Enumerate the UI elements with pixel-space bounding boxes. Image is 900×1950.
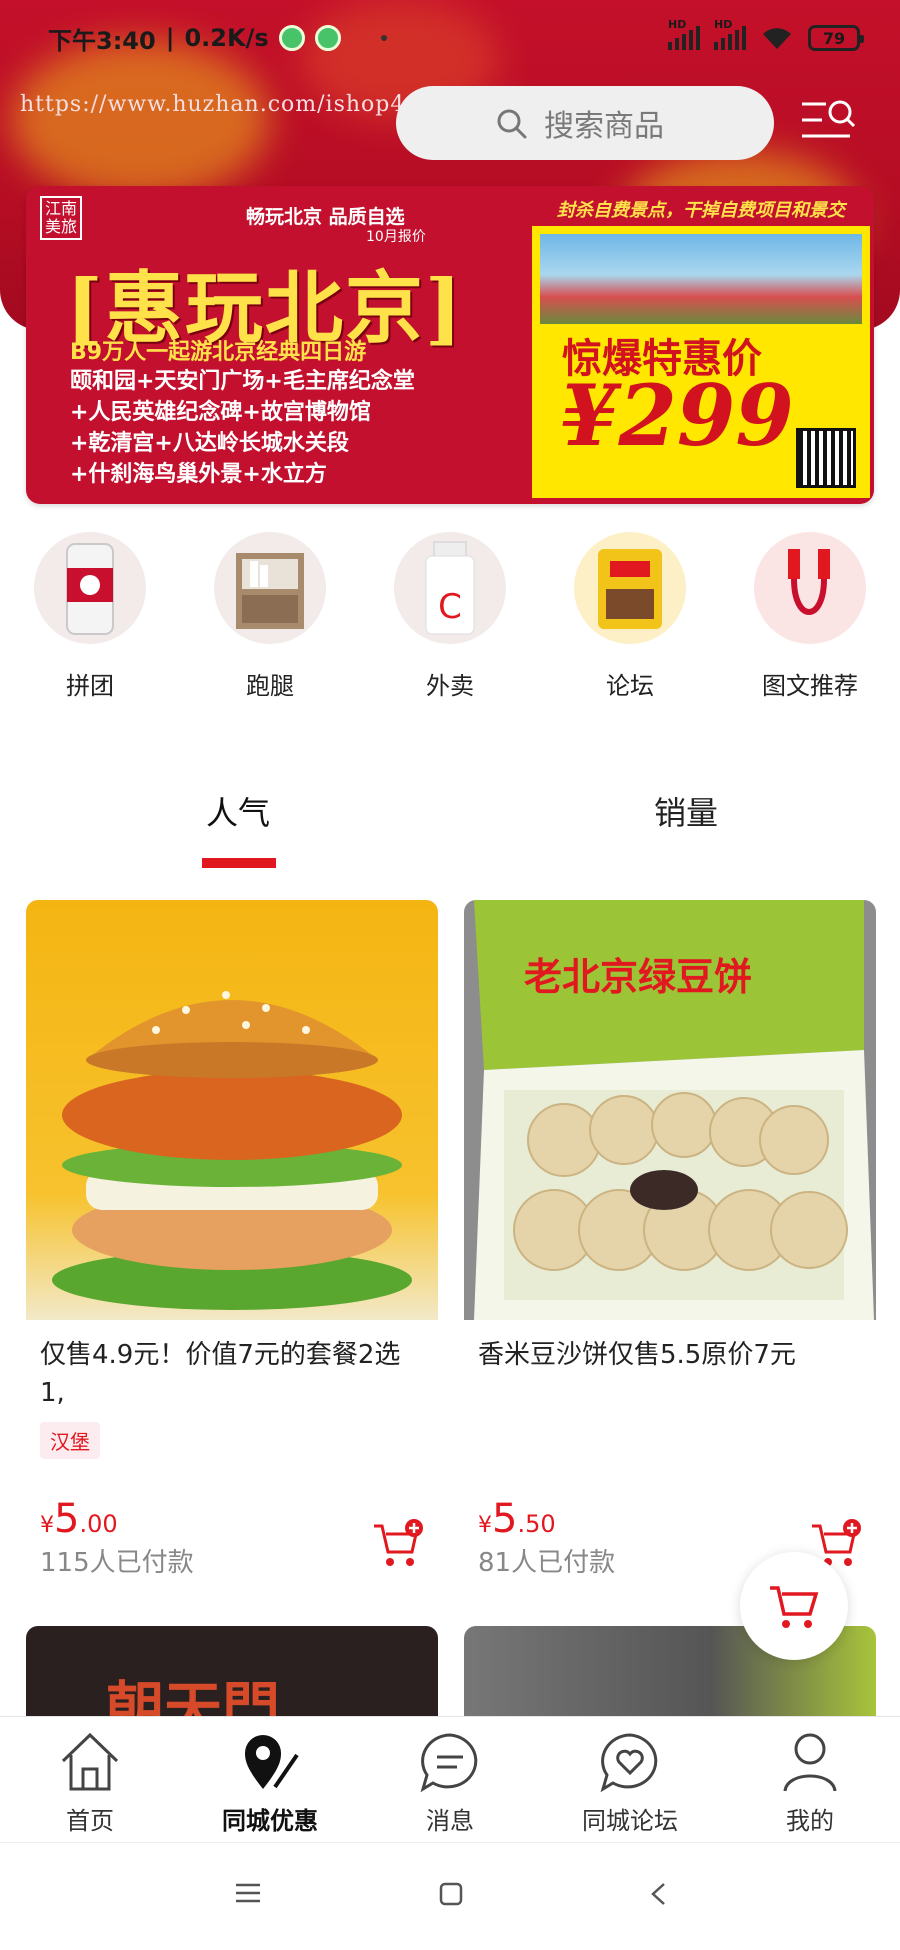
signal-icon: HD — [714, 18, 746, 50]
category-label: 外卖 — [426, 672, 474, 700]
product-card[interactable]: 仅售4.9元！价值7元的套餐2选1, 汉堡 ¥ 5 .00 115人已付款 — [26, 900, 438, 1590]
status-net-speed: 0.2K/s — [184, 24, 269, 52]
add-to-cart-icon[interactable] — [370, 1518, 426, 1570]
banner-line: +人民英雄纪念碑+故宫博物馆 — [70, 400, 371, 425]
status-separator: | — [165, 24, 175, 52]
nav-local-forum[interactable]: 同城论坛 — [540, 1717, 720, 1842]
category-label: 图文推荐 — [762, 672, 858, 700]
signal-icon: HD — [668, 18, 700, 50]
product-image-bean-cake: 老北京绿豆饼 — [464, 900, 876, 1320]
snack-bag-icon — [574, 532, 686, 644]
status-time: 下午3:40 — [48, 26, 156, 55]
active-tab-indicator — [202, 858, 276, 868]
product-price: ¥ 5 .00 — [40, 1496, 118, 1542]
product-card[interactable]: 朝天門 — [26, 1626, 438, 1716]
banner-brand: 江南美旅 — [40, 196, 82, 240]
search-icon — [497, 109, 527, 139]
heart-chat-icon — [600, 1733, 658, 1793]
banner-line: +乾清宫+八达岭长城水关段 — [70, 431, 349, 456]
price-decimal: .50 — [517, 1510, 556, 1538]
search-input[interactable]: 搜索商品 — [396, 86, 774, 160]
banner-quote-month: 10月报价 — [366, 229, 426, 245]
box-text: 老北京绿豆饼 — [524, 955, 752, 999]
price-integer: 5 — [492, 1496, 518, 1542]
product-brand: 朝天門 — [106, 1675, 281, 1716]
wifi-icon — [763, 28, 791, 49]
category-forum[interactable]: 论坛 — [540, 532, 720, 701]
category-label: 拼团 — [66, 672, 114, 700]
tab-popularity[interactable]: 人气 — [206, 788, 270, 834]
product-card[interactable]: 老北京绿豆饼 香米豆沙饼仅售5.5原价7元 ¥ 5 .50 81人已付款 — [464, 900, 876, 1590]
sold-count: 115人已付款 — [40, 1548, 194, 1578]
usb-cable-icon — [754, 532, 866, 644]
category-label: 论坛 — [606, 672, 654, 700]
nav-home[interactable]: 首页 — [0, 1717, 180, 1842]
product-title: 仅售4.9元！价值7元的套餐2选1, — [40, 1340, 401, 1408]
cart-icon — [770, 1586, 819, 1628]
vitamin-bottle-icon: C — [394, 532, 506, 644]
tab-sales[interactable]: 销量 — [654, 788, 718, 834]
category-takeout[interactable]: C 外卖 — [360, 532, 540, 701]
nav-label: 首页 — [66, 1807, 114, 1835]
banner-kicker: 畅玩北京 品质自选 — [246, 206, 405, 228]
bookshelf-icon — [214, 532, 326, 644]
currency-symbol: ¥ — [40, 1513, 54, 1538]
sort-tabs: 人气 销量 — [0, 788, 900, 878]
nav-messages[interactable]: 消息 — [360, 1717, 540, 1842]
message-icon — [420, 1733, 478, 1793]
banner-itinerary: 颐和园+天安门广场+毛主席纪念堂 +人民英雄纪念碑+故宫博物馆 +乾清宫+八达岭… — [70, 366, 415, 490]
system-nav-bar — [0, 1842, 900, 1950]
qr-code-icon — [796, 428, 856, 488]
battery-level: 79 — [822, 28, 846, 48]
banner-line: 颐和园+天安门广场+毛主席纪念堂 — [70, 369, 415, 394]
product-tag: 汉堡 — [40, 1422, 100, 1459]
nav-local-deals[interactable]: 同城优惠 — [180, 1717, 360, 1842]
user-icon — [783, 1733, 837, 1792]
beer-can-icon — [34, 532, 146, 644]
more-notifications-icon — [380, 35, 387, 41]
beijing-photo — [540, 234, 862, 324]
category-errand[interactable]: 跑腿 — [180, 532, 360, 701]
category-label: 跑腿 — [246, 672, 294, 700]
hd-badge: HD — [668, 18, 687, 31]
product-price: ¥ 5 .50 — [478, 1496, 556, 1542]
hd-badge: HD — [714, 18, 733, 31]
nav-me[interactable]: 我的 — [720, 1717, 900, 1842]
banner-line: +什刹海鸟巢外景+水立方 — [70, 462, 327, 487]
battery-icon: 79 — [808, 25, 864, 51]
price-decimal: .00 — [79, 1510, 118, 1538]
product-title: 香米豆沙饼仅售5.5原价7元 — [478, 1340, 796, 1370]
nav-label: 我的 — [786, 1807, 834, 1835]
nav-label: 同城优惠 — [222, 1807, 318, 1835]
home-button-icon[interactable] — [438, 1881, 464, 1907]
home-icon — [61, 1732, 119, 1791]
category-group-buy[interactable]: 拼团 — [0, 532, 180, 701]
bottom-nav: 首页 同城优惠 消息 同城论坛 我的 — [0, 1716, 900, 1842]
app-notification-icon — [278, 25, 305, 51]
svg-text:C: C — [438, 587, 462, 627]
promo-slogan: 封杀自费景点，干掉自费项目和景交 — [557, 200, 845, 221]
currency-symbol: ¥ — [478, 1513, 492, 1538]
banner-subtitle: B9万人一起游北京经典四日游 — [70, 340, 367, 365]
promo-price: ¥299 — [560, 366, 794, 465]
status-bar: 下午3:40 | 0.2K/s HD HD 79 — [0, 18, 900, 58]
location-pin-icon — [245, 1735, 299, 1789]
category-row: 拼团 跑腿 C 外卖 论坛 图文推荐 — [0, 532, 900, 701]
category-search-icon[interactable] — [800, 98, 860, 148]
product-image-burger — [26, 900, 438, 1320]
banner-promo-panel: 封杀自费景点，干掉自费项目和景交 惊爆特惠价 ¥299 — [532, 200, 870, 498]
menu-icon[interactable] — [234, 1881, 262, 1905]
back-icon[interactable] — [648, 1881, 668, 1907]
floating-cart-button[interactable] — [740, 1552, 848, 1660]
category-featured[interactable]: 图文推荐 — [720, 532, 900, 701]
search-placeholder: 搜索商品 — [544, 109, 664, 144]
nav-label: 消息 — [426, 1807, 474, 1835]
sold-count: 81人已付款 — [478, 1548, 616, 1578]
price-integer: 5 — [54, 1496, 80, 1542]
nav-label: 同城论坛 — [582, 1807, 678, 1835]
app-notification-icon — [314, 25, 341, 51]
promo-banner[interactable]: 江南美旅 畅玩北京 品质自选 10月报价 [惠玩北京] B9万人一起游北京经典四… — [26, 186, 874, 504]
